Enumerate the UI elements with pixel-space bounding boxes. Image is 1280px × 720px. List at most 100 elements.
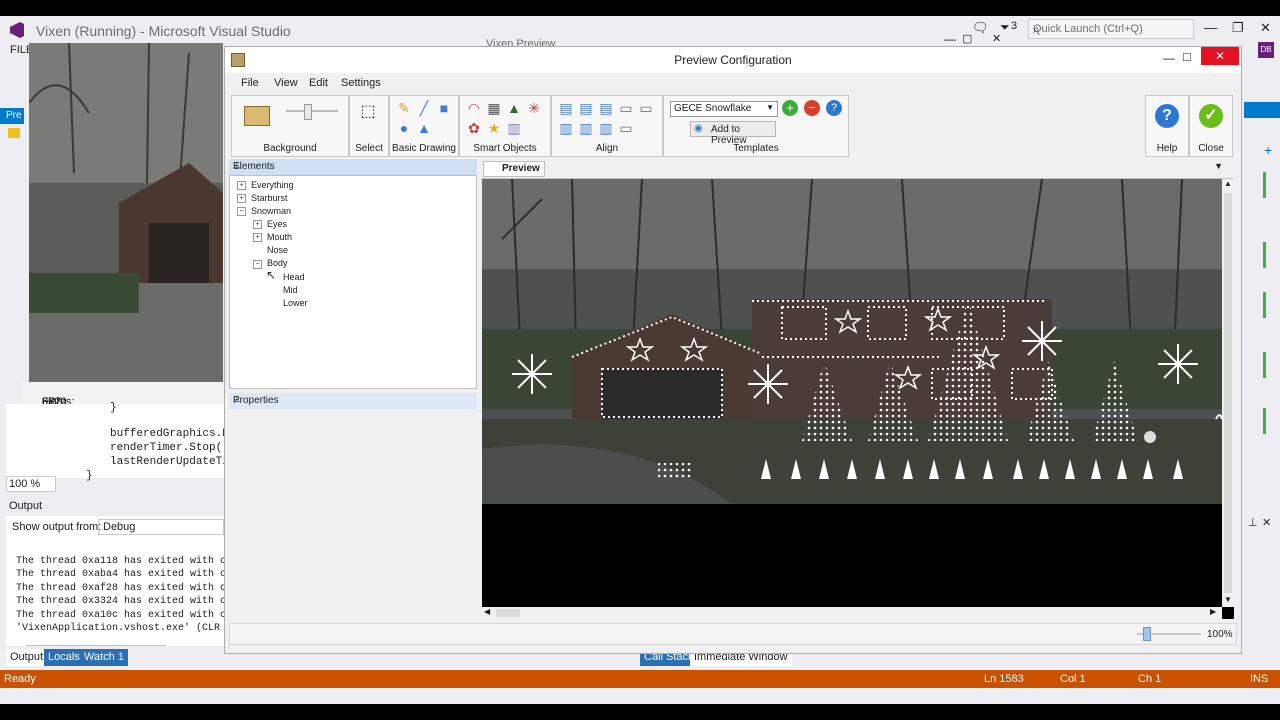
triangle-icon[interactable]: ▲ — [416, 120, 432, 136]
starburst-icon[interactable]: ✳ — [526, 100, 542, 116]
background-image-icon[interactable] — [244, 106, 270, 126]
notification-count: 3 — [1011, 20, 1018, 32]
align-top-icon[interactable]: ▤ — [558, 100, 574, 116]
menu-file[interactable]: File — [241, 77, 259, 89]
tree-item-lower[interactable]: Lower — [283, 298, 308, 308]
net-icon[interactable]: ▦ — [486, 100, 502, 116]
output-source-select[interactable]: Debug — [98, 519, 224, 535]
candy-cane-icon[interactable]: ✿ — [466, 120, 482, 136]
scroll-down-icon[interactable]: ▼ — [1224, 595, 1232, 604]
match-size-icon[interactable]: ▭ — [618, 120, 634, 136]
preview-vertical-scrollbar[interactable]: ▲ ▼ — [1222, 179, 1234, 607]
close-button[interactable]: ✓ Close — [1189, 95, 1233, 157]
arch-icon[interactable]: ◠ — [466, 100, 482, 116]
notification-filter-icon[interactable]: ⏷ — [1000, 20, 1010, 35]
menu-edit[interactable]: Edit — [309, 77, 328, 89]
template-select[interactable]: GECE Snowflake ▼ — [670, 101, 778, 117]
expand-icon[interactable]: + — [237, 181, 246, 190]
vs-restore-icon[interactable]: ❐ — [1232, 20, 1244, 36]
add-icon[interactable]: + — [1264, 142, 1272, 158]
window-frame-icon[interactable]: ▥ — [506, 120, 522, 136]
vertical-scroll-thumb[interactable] — [1224, 193, 1232, 593]
pin-icon[interactable]: ⊥ — [233, 394, 473, 405]
tree-item-everything[interactable]: Everything — [251, 180, 294, 190]
align-middle-icon[interactable]: ▤ — [578, 100, 594, 116]
ribbon-label-background: Background — [263, 143, 317, 154]
preview-maximize-icon[interactable]: ▢ — [962, 32, 972, 45]
expand-icon[interactable]: + — [253, 220, 262, 229]
user-avatar[interactable]: DB — [1258, 42, 1274, 58]
folder-icon[interactable] — [8, 128, 20, 138]
background-video-preview — [29, 43, 223, 385]
right-close-icon[interactable]: ✕ — [1262, 516, 1271, 529]
add-template-icon[interactable]: + — [782, 100, 798, 116]
tree-item-eyes[interactable]: Eyes — [267, 219, 287, 229]
expand-icon[interactable]: + — [253, 233, 262, 242]
tab-output[interactable]: Output — [6, 649, 48, 666]
scroll-up-icon[interactable]: ▲ — [1224, 179, 1232, 188]
preview-minimize-icon[interactable]: — — [944, 32, 956, 46]
select-cursor-icon[interactable]: ⬚ — [360, 104, 376, 120]
tree-item-head[interactable]: Head — [283, 272, 305, 282]
align-bottom-icon[interactable]: ▤ — [598, 100, 614, 116]
background-brightness-track[interactable] — [286, 110, 338, 112]
tab-watch-1[interactable]: Watch 1 — [80, 649, 128, 666]
vs-close-icon[interactable]: ✕ — [1260, 20, 1271, 36]
tab-preview[interactable]: Preview — [483, 161, 545, 177]
expand-icon[interactable]: + — [237, 194, 246, 203]
align-center-icon[interactable]: ▥ — [578, 120, 594, 136]
editor-zoom-select[interactable]: 100 % — [6, 476, 56, 492]
distribute-horizontal-icon[interactable]: ▭ — [618, 100, 634, 116]
pin-icon[interactable]: ⊥ — [233, 160, 473, 171]
align-left-icon[interactable]: ▥ — [558, 120, 574, 136]
tree-item-nose[interactable]: Nose — [267, 245, 288, 255]
collapse-icon[interactable]: − — [237, 207, 246, 216]
help-button[interactable]: ? Help — [1145, 95, 1189, 157]
pc-minimize-icon[interactable]: — — [1163, 51, 1175, 65]
collapse-icon[interactable]: − — [253, 260, 262, 269]
tree-item-starburst[interactable]: Starburst — [251, 193, 288, 203]
horizontal-scroll-thumb[interactable] — [496, 609, 520, 617]
star-icon[interactable]: ★ — [486, 120, 502, 136]
output-line: 'VixenApplication.vshost.exe' (CLR v4.0 — [16, 623, 251, 634]
align-right-icon[interactable]: ▥ — [598, 120, 614, 136]
background-brightness-thumb[interactable] — [304, 104, 312, 120]
output-panel-header: Output — [0, 496, 224, 516]
scroll-right-icon[interactable]: ▶ — [1210, 607, 1216, 616]
mega-tree-icon[interactable]: ▲ — [506, 100, 522, 116]
pin-icon[interactable]: ⊥ — [1248, 516, 1258, 529]
pencil-icon[interactable]: ✎ — [396, 100, 412, 116]
right-dock-tab[interactable] — [1244, 102, 1280, 118]
preview-canvas[interactable] — [482, 179, 1222, 607]
tab-locals[interactable]: Locals — [44, 649, 84, 666]
feedback-icon[interactable]: 🗨 — [972, 20, 989, 36]
output-panel: Show output from: Debug The thread 0xa11… — [6, 516, 250, 652]
rectangle-icon[interactable]: ■ — [436, 100, 452, 116]
diagnostic-bar — [1263, 408, 1266, 434]
pc-close-icon[interactable]: ✕ — [1201, 47, 1239, 65]
tab-dropdown-icon[interactable]: ▼ — [1214, 161, 1223, 171]
distribute-vertical-icon[interactable]: ▭ — [638, 100, 654, 116]
vs-minimize-icon[interactable]: — — [1204, 20, 1217, 35]
pc-maximize-icon[interactable]: □ — [1183, 49, 1191, 64]
template-help-icon[interactable]: ? — [826, 100, 842, 116]
menu-settings[interactable]: Settings — [341, 77, 381, 89]
preview-horizontal-scrollbar[interactable]: ◀ ▶ — [482, 607, 1222, 619]
add-to-preview-button[interactable]: ◉ Add to Preview — [690, 121, 776, 146]
preview-doc-tab[interactable]: Pre — [0, 108, 24, 124]
code-line: renderTimer.Stop(); — [110, 442, 236, 454]
ribbon-label-align: Align — [595, 143, 619, 154]
menu-view[interactable]: View — [274, 77, 298, 89]
code-editor[interactable]: } bufferedGraphics.Re renderTimer.Stop()… — [28, 402, 235, 482]
scroll-left-icon[interactable]: ◀ — [484, 607, 490, 616]
zoom-slider-thumb[interactable] — [1143, 627, 1151, 641]
tree-item-snowman[interactable]: Snowman — [251, 206, 291, 216]
tree-item-mouth[interactable]: Mouth — [267, 232, 292, 242]
output-line: The thread 0xaba4 has exited with code — [16, 569, 245, 580]
ellipse-icon[interactable]: ● — [396, 120, 412, 136]
line-icon[interactable]: ╱ — [416, 100, 432, 116]
tree-item-mid[interactable]: Mid — [283, 285, 298, 295]
remove-template-icon[interactable]: − — [804, 100, 820, 116]
quick-launch-input[interactable]: Quick Launch (Ctrl+Q) ⌕ — [1028, 19, 1194, 39]
tree-item-body[interactable]: Body — [267, 258, 288, 268]
